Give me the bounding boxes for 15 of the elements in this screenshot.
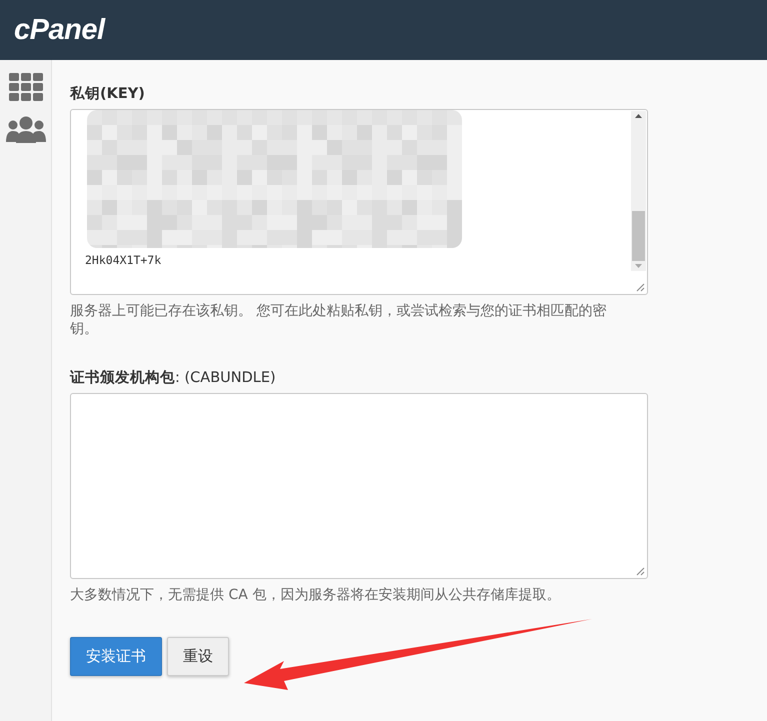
install-button[interactable]: 安装证书	[70, 636, 162, 676]
cpanel-logo[interactable]: cPanel	[14, 14, 104, 46]
scrollbar[interactable]	[631, 111, 646, 271]
field-label: 证书颁发机构包: (CABUNDLE)	[70, 368, 277, 387]
cabundle-field[interactable]	[70, 393, 648, 579]
key-field[interactable]: 2Hk04X1T+7k	[70, 109, 648, 295]
help-text: 服务器上可能已存在该私钥。 您可在此处粘贴私钥，或尝试检索与您的证书相匹配的密钥。	[70, 303, 608, 338]
reset-button[interactable]: 重设	[167, 636, 229, 676]
resize-handle[interactable]	[635, 566, 645, 576]
help-text: 大多数情况下，无需提供 CA 包，因为服务器将在安装期间从公共存储库提取。	[70, 587, 562, 604]
users-icon[interactable]	[4, 116, 46, 144]
resize-handle[interactable]	[635, 282, 645, 292]
field-label: 私钥(KEY)	[70, 85, 146, 103]
grid-icon[interactable]	[8, 72, 44, 102]
key-text: 2Hk04X1T+7k	[85, 253, 162, 267]
